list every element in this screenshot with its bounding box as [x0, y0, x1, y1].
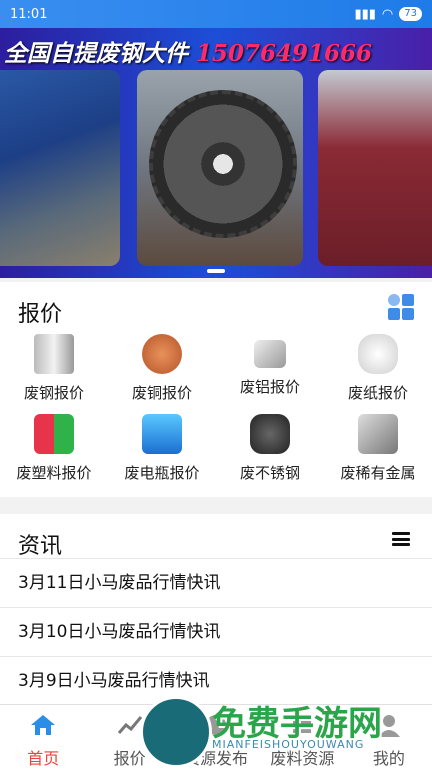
category-label: 废不锈钢: [239, 464, 300, 482]
nav-label: 废料资源: [270, 749, 335, 768]
banner-title-text: 全国自提废钢大件: [4, 40, 188, 67]
news-section: 资讯 3月11日小马废品行情快讯 3月10日小马废品行情快讯 3月9日小马废品行…: [0, 514, 432, 704]
category-label: 废铝报价: [239, 378, 300, 396]
battery-icon: 73: [399, 7, 422, 21]
status-time: 11:01: [10, 6, 48, 22]
chart-icon: [117, 716, 142, 734]
copper-wire-icon: [142, 334, 182, 374]
category-label: 废电瓶报价: [124, 464, 200, 482]
status-bar: 11:01 ▮▮▮ ◠ 73: [0, 0, 432, 28]
nav-label: 报价: [113, 749, 146, 768]
category-label: 废塑料报价: [16, 464, 92, 482]
box-icon: [293, 717, 312, 733]
plus-icon: [206, 715, 227, 735]
category-paper[interactable]: 废纸报价: [324, 334, 432, 414]
banner-title: 全国自提废钢大件 15076491666: [0, 34, 432, 68]
promo-banner[interactable]: 全国自提废钢大件 15076491666: [0, 28, 432, 278]
grid-menu-icon[interactable]: [388, 294, 414, 320]
category-copper[interactable]: 废铜报价: [108, 334, 216, 414]
nav-home[interactable]: 首页: [0, 705, 86, 769]
category-plastic[interactable]: 废塑料报价: [0, 414, 108, 494]
nav-label: 首页: [27, 749, 60, 768]
banner-phone: 15076491666: [196, 40, 373, 67]
paper-icon: [358, 334, 398, 374]
banner-photo-gear: [137, 70, 303, 266]
category-label: 废纸报价: [347, 384, 408, 402]
category-steel[interactable]: 废钢报价: [0, 334, 108, 414]
nav-publish[interactable]: 资源发布: [173, 705, 259, 769]
status-icons: ▮▮▮ ◠ 73: [354, 7, 422, 22]
category-label: 废稀有金属: [340, 464, 416, 482]
banner-photo-machine: [0, 70, 120, 266]
user-icon: [377, 715, 400, 737]
news-section-title: 资讯: [18, 534, 63, 559]
nav-resources[interactable]: 废料资源: [259, 705, 345, 769]
banner-photo-steel: [318, 70, 432, 266]
nav-label: 资源发布: [184, 749, 249, 768]
aluminum-icon: [254, 340, 286, 368]
category-label: 废铜报价: [131, 384, 192, 402]
price-section-title: 报价: [18, 302, 63, 327]
category-label: 废钢报价: [23, 384, 84, 402]
rare-metal-icon: [358, 414, 398, 454]
news-item[interactable]: 3月9日小马废品行情快讯: [0, 656, 432, 704]
news-item[interactable]: 3月11日小马废品行情快讯: [0, 558, 432, 606]
nav-mine[interactable]: 我的: [346, 705, 432, 769]
home-icon: [31, 715, 56, 735]
menu-icon[interactable]: [392, 532, 410, 546]
price-section: 报价 废钢报价 废铜报价 废铝报价 废纸报价 废塑料报价 废电瓶报价 废不锈钢 …: [0, 282, 432, 497]
category-stainless[interactable]: 废不锈钢: [216, 414, 324, 494]
battery-icon: [142, 414, 182, 454]
plastic-icon: [34, 414, 74, 454]
nav-label: 我的: [372, 749, 405, 768]
gear-icon: [149, 90, 297, 238]
news-item[interactable]: 3月10日小马废品行情快讯: [0, 607, 432, 655]
stainless-icon: [250, 414, 290, 454]
wifi-icon: ◠: [381, 6, 394, 22]
category-rare-metal[interactable]: 废稀有金属: [324, 414, 432, 494]
signal-icon: ▮▮▮: [354, 6, 376, 22]
bottom-nav: 首页 报价 资源发布 废料资源 我的: [0, 704, 432, 769]
category-aluminum[interactable]: 废铝报价: [216, 334, 324, 414]
category-battery[interactable]: 废电瓶报价: [108, 414, 216, 494]
steel-pipes-icon: [34, 334, 74, 374]
carousel-indicator: [207, 269, 225, 273]
nav-price[interactable]: 报价: [86, 705, 172, 769]
